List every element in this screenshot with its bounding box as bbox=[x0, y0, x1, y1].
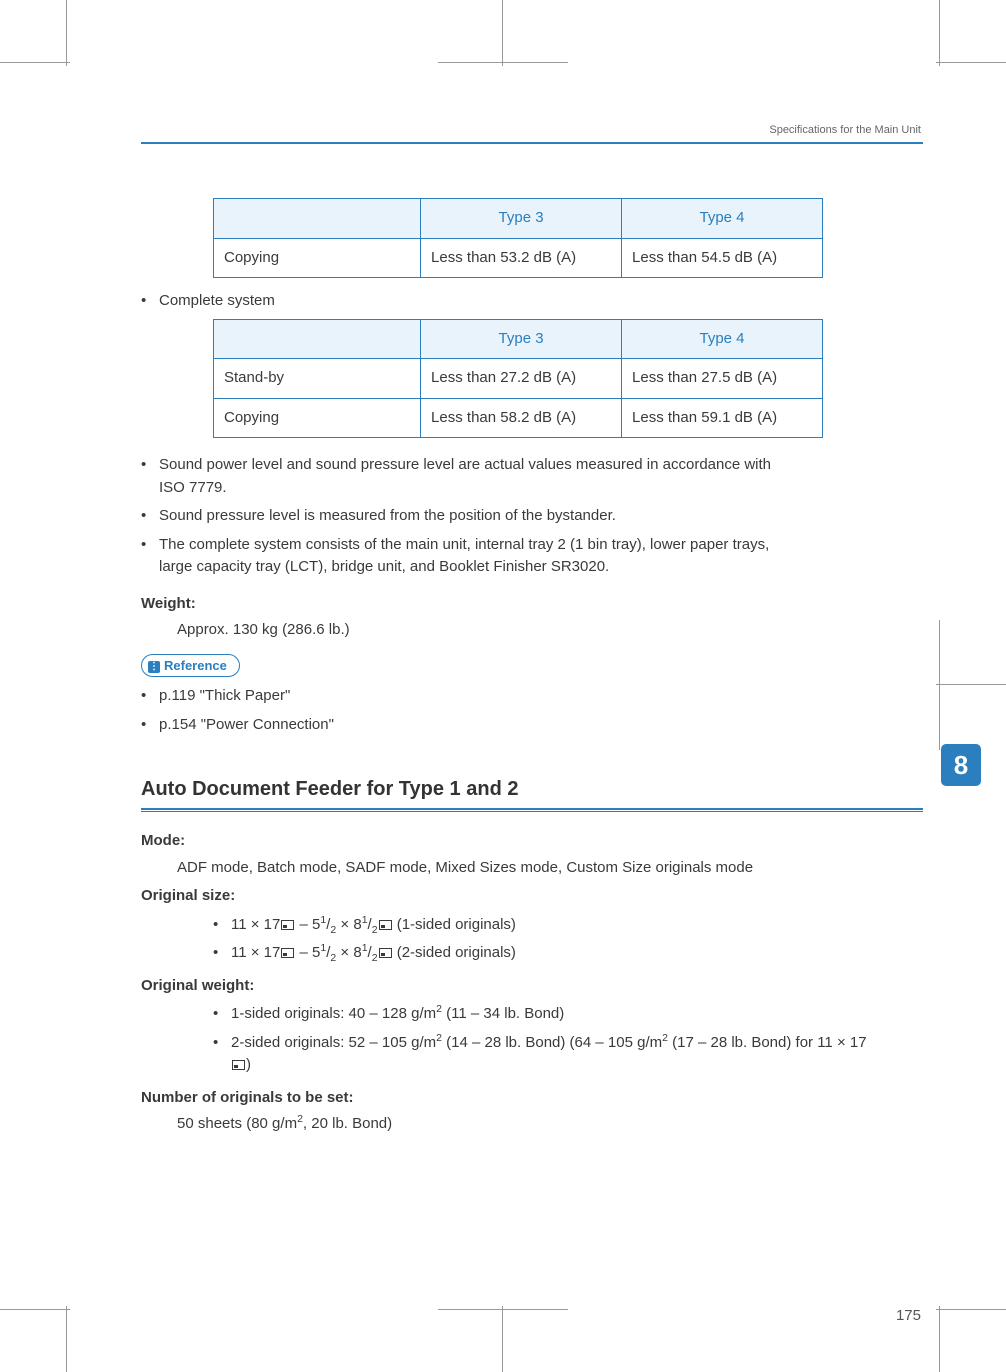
weight-heading: Weight: bbox=[141, 593, 923, 616]
table-header: Type 3 bbox=[421, 319, 622, 359]
weight-value: Approx. 130 kg (286.6 lb.) bbox=[177, 619, 923, 642]
table-row: Stand-by Less than 27.2 dB (A) Less than… bbox=[214, 359, 823, 399]
landscape-icon bbox=[379, 920, 392, 930]
list-item: 1-sided originals: 40 – 128 g/m2 (11 – 3… bbox=[213, 1003, 873, 1026]
landscape-icon bbox=[281, 920, 294, 930]
list-item: 11 × 17 – 51/2 × 81/2 (1-sided originals… bbox=[213, 914, 923, 937]
landscape-icon bbox=[379, 948, 392, 958]
bullet-list: Complete system bbox=[141, 290, 923, 313]
section-title: Auto Document Feeder for Type 1 and 2 bbox=[141, 774, 923, 804]
page-number: 175 bbox=[896, 1307, 921, 1324]
list-item: p.119 "Thick Paper" bbox=[141, 685, 923, 708]
original-size-heading: Original size: bbox=[141, 885, 923, 908]
list-item: 2-sided originals: 52 – 105 g/m2 (14 – 2… bbox=[213, 1032, 873, 1077]
mode-value: ADF mode, Batch mode, SADF mode, Mixed S… bbox=[177, 857, 923, 880]
noise-table-system: Type 3 Type 4 Stand-by Less than 27.2 dB… bbox=[213, 319, 823, 439]
original-weight-list: 1-sided originals: 40 – 128 g/m2 (11 – 3… bbox=[213, 1003, 873, 1077]
table-header: Type 3 bbox=[421, 199, 622, 239]
table-row: Copying Less than 58.2 dB (A) Less than … bbox=[214, 398, 823, 438]
noise-table-main: Type 3 Type 4 Copying Less than 53.2 dB … bbox=[213, 198, 823, 278]
reference-icon: ⋮ bbox=[148, 661, 160, 673]
running-head: Specifications for the Main Unit bbox=[141, 124, 923, 136]
section-rule bbox=[141, 808, 923, 812]
original-weight-heading: Original weight: bbox=[141, 975, 923, 998]
reference-badge: ⋮Reference bbox=[141, 654, 240, 678]
table-header: Type 4 bbox=[622, 199, 823, 239]
reference-list: p.119 "Thick Paper" p.154 "Power Connect… bbox=[141, 685, 923, 736]
list-item: Sound power level and sound pressure lev… bbox=[141, 454, 781, 499]
landscape-icon bbox=[281, 948, 294, 958]
table-row: Copying Less than 53.2 dB (A) Less than … bbox=[214, 238, 823, 278]
list-item: Complete system bbox=[141, 290, 923, 313]
list-item: 11 × 17 – 51/2 × 81/2 (2-sided originals… bbox=[213, 942, 923, 965]
table-header: Type 4 bbox=[622, 319, 823, 359]
original-size-list: 11 × 17 – 51/2 × 81/2 (1-sided originals… bbox=[213, 914, 923, 965]
notes-list: Sound power level and sound pressure lev… bbox=[141, 454, 781, 579]
num-originals-value: 50 sheets (80 g/m2, 20 lb. Bond) bbox=[177, 1113, 923, 1136]
mode-heading: Mode: bbox=[141, 830, 923, 853]
chapter-tab: 8 bbox=[941, 744, 981, 786]
list-item: The complete system consists of the main… bbox=[141, 534, 781, 579]
landscape-icon bbox=[232, 1060, 245, 1070]
num-originals-heading: Number of originals to be set: bbox=[141, 1087, 923, 1110]
page-content: Specifications for the Main Unit Type 3 … bbox=[141, 124, 923, 1142]
list-item: Sound pressure level is measured from th… bbox=[141, 505, 781, 528]
list-item: p.154 "Power Connection" bbox=[141, 714, 923, 737]
